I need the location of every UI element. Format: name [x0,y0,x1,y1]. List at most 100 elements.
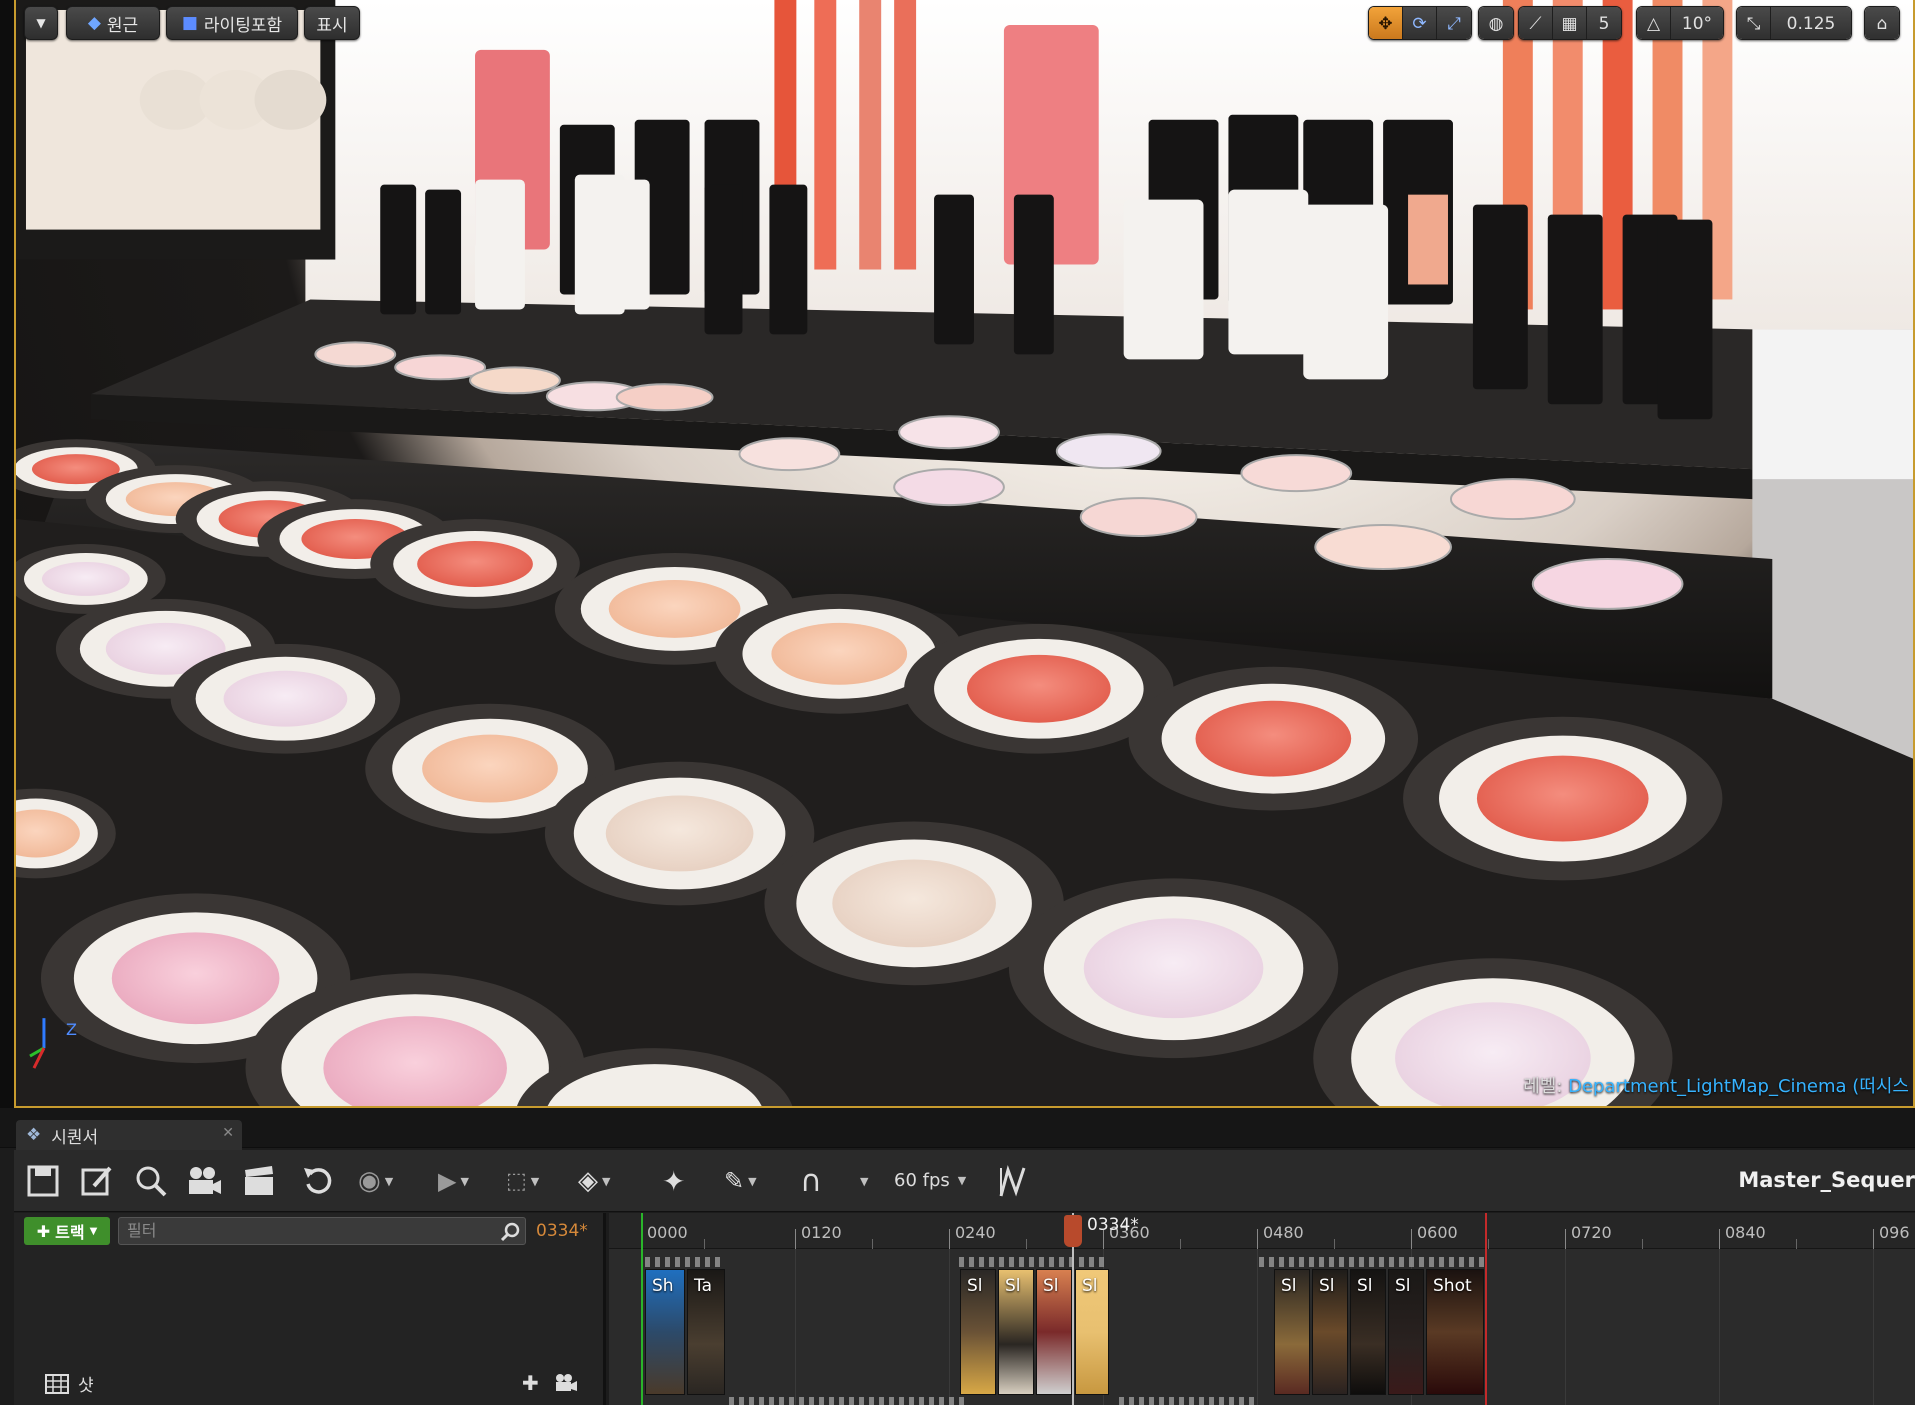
surface-snap-toggle[interactable]: ⟋ [1519,7,1553,39]
save-button[interactable] [26,1162,60,1200]
shot-section[interactable]: Sl [1388,1269,1424,1395]
ruler-label: 0720 [1571,1223,1612,1242]
ruler-label: 0240 [955,1223,996,1242]
shot-section[interactable]: Sl [998,1269,1034,1395]
view-mode-button[interactable]: ■ 라이팅포함 [166,6,298,40]
perspective-button[interactable]: ◆ 원근 [66,6,160,40]
lit-label: 라이팅포함 [203,15,283,36]
play-options-button[interactable]: ▶ ▼ [438,1162,469,1200]
key-all-button[interactable]: ✦ [662,1162,685,1200]
show-button[interactable]: 표시 [304,6,360,40]
grid-line [949,1249,950,1405]
film-sprockets [1259,1257,1484,1267]
sequence-name: Master_Sequer [1738,1168,1915,1192]
axis-z-label: Z [66,1020,77,1039]
sequencer-icon: ❖ [26,1125,42,1145]
restore-state-button[interactable] [302,1162,336,1200]
level-viewport[interactable]: Z ▼ ◆ 원근 ■ 라이팅포함 표시 ✥ ⟳ ⤢ ◍ ⟋ ▦ 5 △ 10° … [14,0,1915,1108]
playback-start-marker[interactable] [641,1213,643,1405]
shot-section[interactable]: Sh [645,1269,685,1395]
shot-label: Sl [1319,1276,1335,1296]
chevron-down-icon: ▼ [860,1174,869,1188]
shot-camera-button[interactable] [554,1373,578,1397]
snap-toggle-button[interactable]: ∩ [800,1162,822,1200]
grid-line [795,1249,796,1405]
tab-sequencer[interactable]: ❖ 시퀀서 ✕ [16,1120,242,1150]
edit-tool-button[interactable]: ✎ ▼ [724,1162,757,1200]
add-track-button[interactable]: ✚ 트랙 ▼ [24,1217,110,1245]
shot-section[interactable]: Sl [1075,1269,1109,1395]
unreal-editor: Z ▼ ◆ 원근 ■ 라이팅포함 표시 ✥ ⟳ ⤢ ◍ ⟋ ▦ 5 △ 10° … [0,0,1915,1405]
pencil-icon: ✎ [724,1167,745,1195]
shot-section[interactable]: Sl [960,1269,996,1395]
shot-section[interactable]: Sl [1274,1269,1310,1395]
track-filter-input[interactable]: 필터 [118,1217,526,1245]
world-space-toggle[interactable]: ◍ [1479,7,1513,39]
create-camera-button[interactable] [186,1162,222,1200]
ruler-tick [872,1239,873,1249]
close-icon[interactable]: ✕ [222,1125,234,1141]
current-frame-field[interactable]: 0334* [536,1221,588,1241]
grid-snap-value[interactable]: 5 [1587,7,1621,39]
time-ruler[interactable]: 0000 0120 0240 0360 0480 0600 0720 0840 … [609,1213,1915,1249]
shot-section[interactable]: Sl [1350,1269,1386,1395]
rotate-icon: ⟳ [1412,14,1427,34]
scale-snap-value[interactable]: 0.125 [1771,7,1851,39]
rotate-tool[interactable]: ⟳ [1403,7,1437,39]
add-shot-button[interactable]: ✚ [522,1371,539,1395]
ruler-tick [1334,1239,1335,1249]
camera-speed-button[interactable]: ⌂ [1865,7,1899,39]
ruler-tick [1026,1239,1027,1249]
film-strip-icon [45,1373,69,1394]
viewport-left-strip [0,0,14,1108]
shot-section[interactable]: Ta [687,1269,725,1395]
play-icon: ▶ [438,1167,457,1195]
shot-section[interactable]: Sl [1312,1269,1348,1395]
magnet-icon: ∩ [800,1163,822,1199]
viewport-options-button[interactable]: ▼ [24,6,58,40]
ruler-label: 0120 [801,1223,842,1242]
shot-section[interactable]: Sl [1036,1269,1072,1395]
chevron-down-icon: ▼ [530,1174,540,1188]
chevron-down-icon: ▼ [89,1225,98,1237]
playback-end-marker[interactable] [1485,1213,1487,1405]
ruler-tick [1411,1229,1412,1249]
selection-options-button[interactable]: ⬚ ▼ [506,1162,539,1200]
snap-options-button[interactable]: ▼ [856,1162,868,1200]
playback-options-button[interactable]: ◉ ▼ [358,1162,393,1200]
sequencer-panel: ❖ 시퀀서 ✕ ◉ ▼ ▶ ▼ ⬚ ▼ ◈ ▼ ✦ ✎ ▼ ∩ ▼ 60 fps… [0,1108,1915,1405]
film-sprockets [1119,1397,1259,1405]
surface-snap-icon: ⟋ [1529,14,1542,34]
chevron-down-icon: ▼ [602,1174,611,1188]
rotation-snap-value[interactable]: 10° [1671,7,1723,39]
shot-label: Shot [1433,1276,1472,1296]
save-as-button[interactable] [80,1162,114,1200]
grid-snap-toggle[interactable]: ▦ [1553,7,1587,39]
sequencer-timeline[interactable]: 0000 0120 0240 0360 0480 0600 0720 0840 … [609,1213,1915,1405]
rotation-snap-toggle[interactable]: △ [1637,7,1671,39]
shot-section[interactable]: Shot [1426,1269,1484,1395]
chevron-down-icon: ▼ [957,1174,967,1187]
playhead-handle[interactable] [1064,1215,1082,1247]
translate-tool[interactable]: ✥ [1369,7,1403,39]
ruler-label: 0840 [1725,1223,1766,1242]
shot-label: Sl [1082,1276,1098,1296]
scale-tool[interactable]: ⤢ [1437,7,1471,39]
key-options-button[interactable]: ◈ ▼ [578,1162,610,1200]
ruler-tick [1257,1229,1258,1249]
filter-placeholder: 필터 [127,1221,157,1240]
frame-rate-dropdown[interactable]: 60 fps ▼ [894,1170,966,1191]
clapperboard-icon [245,1166,273,1195]
render-movie-button[interactable] [242,1162,276,1200]
scale-snap-icon: ⤡ [1746,14,1761,34]
globe-icon: ◍ [1488,14,1504,34]
grid-line [1565,1249,1566,1405]
marquee-icon: ⬚ [506,1168,527,1194]
find-in-browser-button[interactable] [134,1162,168,1200]
scale-snap-toggle[interactable]: ⤡ [1737,7,1771,39]
lit-cube-icon: ■ [181,13,198,33]
shot-track-row[interactable]: 샷 [44,1371,94,1396]
camera-speed-icon: ⌂ [1876,14,1888,34]
curve-editor-button[interactable] [998,1162,1034,1200]
transform-key-icon: ✦ [662,1164,686,1198]
